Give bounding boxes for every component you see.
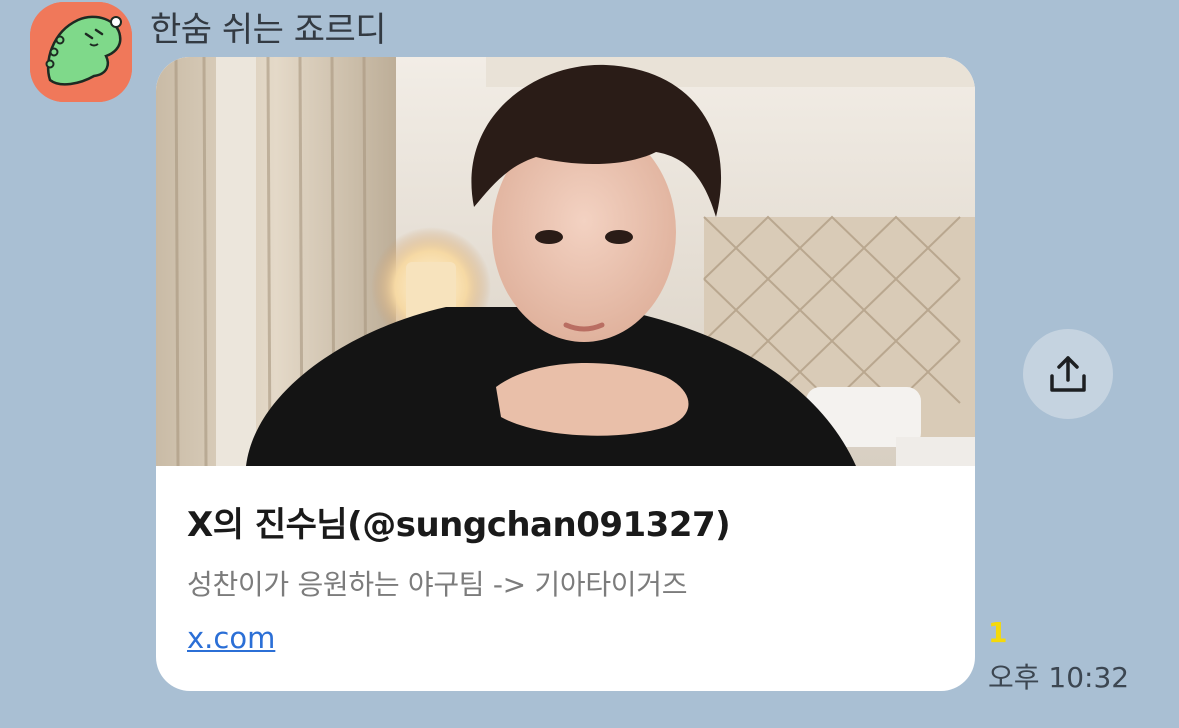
sender-avatar[interactable]	[30, 2, 132, 102]
share-button[interactable]	[1023, 329, 1113, 419]
sender-name: 한숨 쉬는 죠르디	[150, 10, 387, 50]
preview-photo	[156, 57, 975, 466]
link-preview-image[interactable]	[156, 57, 975, 466]
message-timestamp: 오후 10:32	[988, 661, 1130, 694]
unread-count: 1	[988, 616, 1008, 649]
link-preview-card[interactable]: X의 진수님(@sungchan091327) 성찬이가 응원하는 야구팀 ->…	[156, 57, 975, 691]
green-dinosaur-character-icon	[30, 2, 132, 102]
link-title[interactable]: X의 진수님(@sungchan091327)	[187, 497, 731, 546]
link-description: 성찬이가 응원하는 야구팀 -> 기아타이거즈	[187, 568, 688, 601]
link-domain[interactable]: x.com	[187, 621, 275, 655]
chat-screen: 한숨 쉬는 죠르디 X의 진수님(@sungchan091327) 성찬이가 응…	[0, 0, 1179, 728]
share-upload-icon	[1050, 356, 1086, 392]
